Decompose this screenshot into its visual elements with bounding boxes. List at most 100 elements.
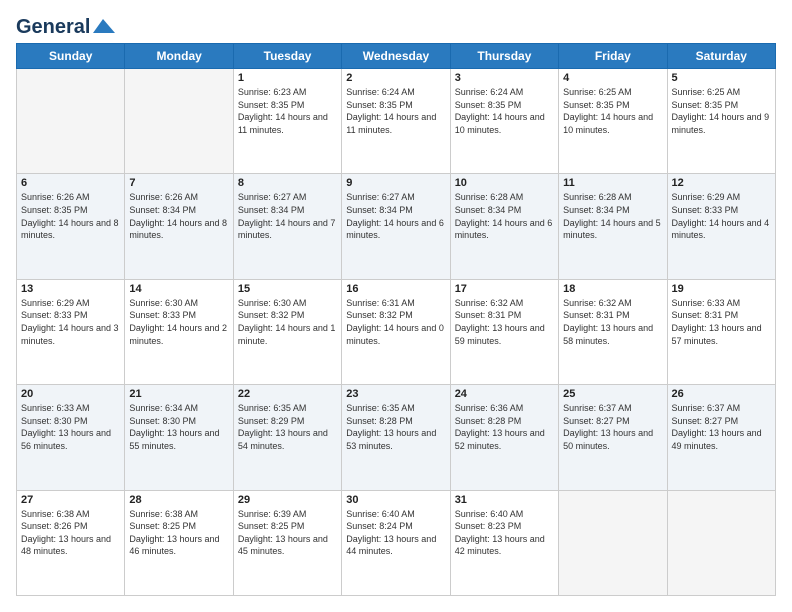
day-number: 5 (672, 72, 771, 84)
calendar-cell: 7 Sunrise: 6:26 AM Sunset: 8:34 PM Daylig… (125, 174, 233, 279)
calendar-cell: 23 Sunrise: 6:35 AM Sunset: 8:28 PM Dayli… (342, 385, 450, 490)
dow-header-friday: Friday (559, 44, 667, 69)
dow-header-thursday: Thursday (450, 44, 558, 69)
calendar-cell: 13Sunrise: 6:29 AM Sunset: 8:33 PM Dayli… (17, 279, 125, 384)
week-row-4: 27 Sunrise: 6:38 AM Sunset: 8:26 PM Dayli… (17, 490, 776, 595)
day-info: Sunrise: 6:30 AM Sunset: 8:33 PM Dayligh… (129, 297, 228, 347)
day-info: Sunrise: 6:24 AM Sunset: 8:35 PM Dayligh… (455, 86, 554, 136)
day-number: 16 (346, 283, 445, 295)
day-number: 21 (129, 388, 228, 400)
week-row-3: 20 Sunrise: 6:33 AM Sunset: 8:30 PM Dayli… (17, 385, 776, 490)
day-info: Sunrise: 6:40 AM Sunset: 8:23 PM Dayligh… (455, 508, 554, 558)
calendar-cell: 25 Sunrise: 6:37 AM Sunset: 8:27 PM Dayli… (559, 385, 667, 490)
days-of-week-row: SundayMondayTuesdayWednesdayThursdayFrid… (17, 44, 776, 69)
day-number: 19 (672, 283, 771, 295)
day-number: 14 (129, 283, 228, 295)
day-number: 11 (563, 177, 662, 189)
day-info: Sunrise: 6:35 AM Sunset: 8:29 PM Dayligh… (238, 402, 337, 452)
dow-header-sunday: Sunday (17, 44, 125, 69)
day-number: 18 (563, 283, 662, 295)
day-info: Sunrise: 6:24 AM Sunset: 8:35 PM Dayligh… (346, 86, 445, 136)
day-info: Sunrise: 6:29 AM Sunset: 8:33 PM Dayligh… (672, 191, 771, 241)
day-info: Sunrise: 6:33 AM Sunset: 8:31 PM Dayligh… (672, 297, 771, 347)
day-info: Sunrise: 6:36 AM Sunset: 8:28 PM Dayligh… (455, 402, 554, 452)
calendar-cell: 1 Sunrise: 6:23 AM Sunset: 8:35 PM Daylig… (233, 69, 341, 174)
dow-header-tuesday: Tuesday (233, 44, 341, 69)
logo-icon (93, 19, 115, 33)
day-number: 25 (563, 388, 662, 400)
day-info: Sunrise: 6:38 AM Sunset: 8:26 PM Dayligh… (21, 508, 120, 558)
day-info: Sunrise: 6:28 AM Sunset: 8:34 PM Dayligh… (563, 191, 662, 241)
calendar-cell: 6Sunrise: 6:26 AM Sunset: 8:35 PM Daylig… (17, 174, 125, 279)
day-number: 23 (346, 388, 445, 400)
day-info: Sunrise: 6:39 AM Sunset: 8:25 PM Dayligh… (238, 508, 337, 558)
calendar-cell: 2Sunrise: 6:24 AM Sunset: 8:35 PM Daylig… (342, 69, 450, 174)
day-number: 15 (238, 283, 337, 295)
calendar-cell: 16 Sunrise: 6:31 AM Sunset: 8:32 PM Dayli… (342, 279, 450, 384)
calendar-cell: 24 Sunrise: 6:36 AM Sunset: 8:28 PM Dayli… (450, 385, 558, 490)
calendar-cell: 11 Sunrise: 6:28 AM Sunset: 8:34 PM Dayli… (559, 174, 667, 279)
day-number: 10 (455, 177, 554, 189)
day-number: 29 (238, 494, 337, 506)
day-number: 6 (21, 177, 120, 189)
day-info: Sunrise: 6:26 AM Sunset: 8:34 PM Dayligh… (129, 191, 228, 241)
day-info: Sunrise: 6:25 AM Sunset: 8:35 PM Dayligh… (672, 86, 771, 136)
calendar-cell: 28Sunrise: 6:38 AM Sunset: 8:25 PM Dayli… (125, 490, 233, 595)
calendar-cell: 29 Sunrise: 6:39 AM Sunset: 8:25 PM Dayli… (233, 490, 341, 595)
dow-header-wednesday: Wednesday (342, 44, 450, 69)
day-number: 27 (21, 494, 120, 506)
day-info: Sunrise: 6:37 AM Sunset: 8:27 PM Dayligh… (563, 402, 662, 452)
calendar-cell: 12 Sunrise: 6:29 AM Sunset: 8:33 PM Dayli… (667, 174, 775, 279)
calendar-cell: 21Sunrise: 6:34 AM Sunset: 8:30 PM Dayli… (125, 385, 233, 490)
logo-block: General (16, 16, 115, 39)
day-info: Sunrise: 6:27 AM Sunset: 8:34 PM Dayligh… (238, 191, 337, 241)
day-number: 31 (455, 494, 554, 506)
day-info: Sunrise: 6:32 AM Sunset: 8:31 PM Dayligh… (563, 297, 662, 347)
day-info: Sunrise: 6:25 AM Sunset: 8:35 PM Dayligh… (563, 86, 662, 136)
day-info: Sunrise: 6:35 AM Sunset: 8:28 PM Dayligh… (346, 402, 445, 452)
calendar-cell: 5 Sunrise: 6:25 AM Sunset: 8:35 PM Daylig… (667, 69, 775, 174)
dow-header-saturday: Saturday (667, 44, 775, 69)
day-number: 26 (672, 388, 771, 400)
day-number: 4 (563, 72, 662, 84)
calendar-cell: 10 Sunrise: 6:28 AM Sunset: 8:34 PM Dayli… (450, 174, 558, 279)
calendar-cell: 22 Sunrise: 6:35 AM Sunset: 8:29 PM Dayli… (233, 385, 341, 490)
day-number: 20 (21, 388, 120, 400)
calendar-cell (17, 69, 125, 174)
calendar-cell: 8 Sunrise: 6:27 AM Sunset: 8:34 PM Daylig… (233, 174, 341, 279)
day-info: Sunrise: 6:23 AM Sunset: 8:35 PM Dayligh… (238, 86, 337, 136)
calendar-table: SundayMondayTuesdayWednesdayThursdayFrid… (16, 43, 776, 596)
calendar-cell: 4 Sunrise: 6:25 AM Sunset: 8:35 PM Daylig… (559, 69, 667, 174)
day-number: 17 (455, 283, 554, 295)
day-info: Sunrise: 6:32 AM Sunset: 8:31 PM Dayligh… (455, 297, 554, 347)
calendar-cell: 30Sunrise: 6:40 AM Sunset: 8:24 PM Dayli… (342, 490, 450, 595)
day-info: Sunrise: 6:33 AM Sunset: 8:30 PM Dayligh… (21, 402, 120, 452)
day-info: Sunrise: 6:38 AM Sunset: 8:25 PM Dayligh… (129, 508, 228, 558)
calendar-cell: 15Sunrise: 6:30 AM Sunset: 8:32 PM Dayli… (233, 279, 341, 384)
dow-header-monday: Monday (125, 44, 233, 69)
day-info: Sunrise: 6:29 AM Sunset: 8:33 PM Dayligh… (21, 297, 120, 347)
week-row-1: 6Sunrise: 6:26 AM Sunset: 8:35 PM Daylig… (17, 174, 776, 279)
calendar-cell (559, 490, 667, 595)
calendar-cell (667, 490, 775, 595)
day-info: Sunrise: 6:40 AM Sunset: 8:24 PM Dayligh… (346, 508, 445, 558)
day-info: Sunrise: 6:28 AM Sunset: 8:34 PM Dayligh… (455, 191, 554, 241)
day-info: Sunrise: 6:37 AM Sunset: 8:27 PM Dayligh… (672, 402, 771, 452)
logo-text-general: General (16, 16, 90, 39)
day-number: 1 (238, 72, 337, 84)
day-info: Sunrise: 6:31 AM Sunset: 8:32 PM Dayligh… (346, 297, 445, 347)
logo: General (16, 16, 115, 35)
day-number: 3 (455, 72, 554, 84)
calendar-cell: 18 Sunrise: 6:32 AM Sunset: 8:31 PM Dayli… (559, 279, 667, 384)
calendar-cell: 19 Sunrise: 6:33 AM Sunset: 8:31 PM Dayli… (667, 279, 775, 384)
day-number: 24 (455, 388, 554, 400)
day-number: 8 (238, 177, 337, 189)
day-number: 7 (129, 177, 228, 189)
week-row-0: 1 Sunrise: 6:23 AM Sunset: 8:35 PM Daylig… (17, 69, 776, 174)
day-number: 12 (672, 177, 771, 189)
calendar-cell: 20 Sunrise: 6:33 AM Sunset: 8:30 PM Dayli… (17, 385, 125, 490)
calendar-cell: 31 Sunrise: 6:40 AM Sunset: 8:23 PM Dayli… (450, 490, 558, 595)
day-number: 22 (238, 388, 337, 400)
calendar-cell: 9Sunrise: 6:27 AM Sunset: 8:34 PM Daylig… (342, 174, 450, 279)
calendar-cell: 27 Sunrise: 6:38 AM Sunset: 8:26 PM Dayli… (17, 490, 125, 595)
